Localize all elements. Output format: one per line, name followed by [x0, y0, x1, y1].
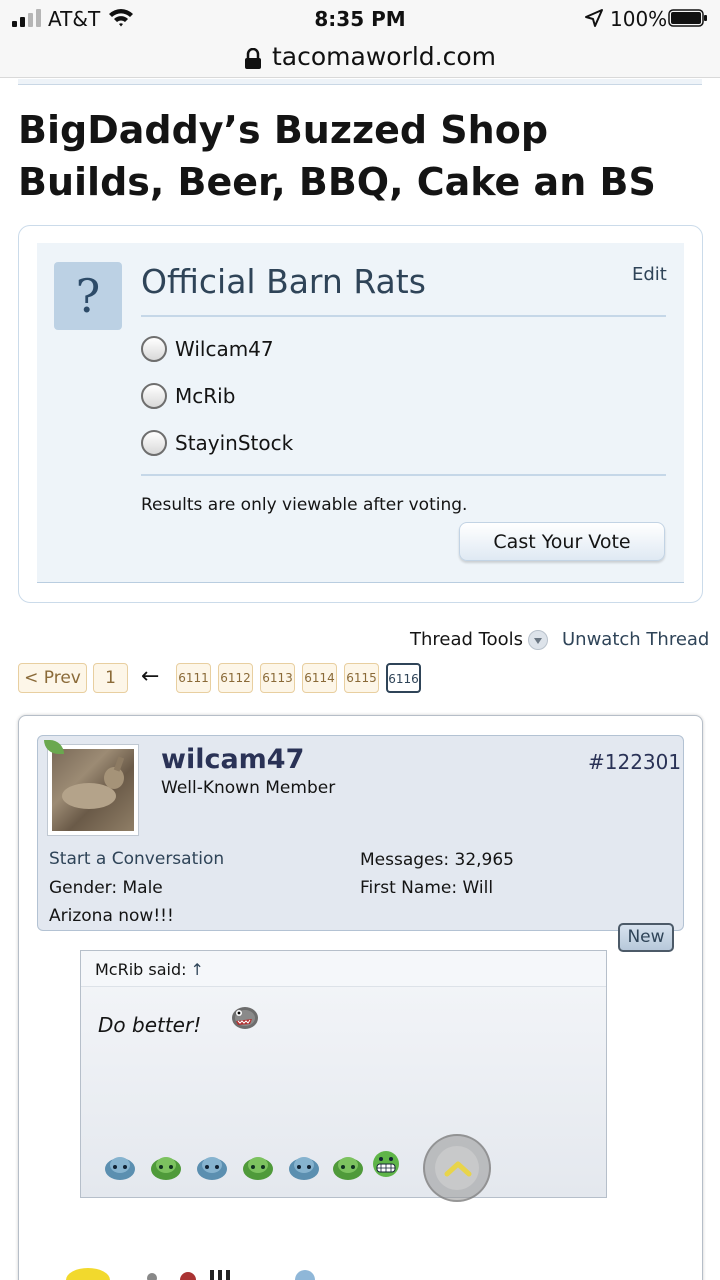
blue-blob-smiley-icon: [289, 1157, 319, 1180]
poll-title: Official Barn Rats: [141, 262, 426, 301]
scroll-to-top-button[interactable]: [423, 1134, 491, 1202]
quote-block: McRib said: ↑ Do better!: [80, 950, 607, 1198]
angry-bat-smiley-icon: [232, 1007, 258, 1029]
grin-smiley-icon: [373, 1151, 399, 1177]
location-info: Arizona now!!!: [49, 906, 174, 926]
avatar[interactable]: [47, 744, 139, 836]
divider: [141, 474, 666, 476]
page-link[interactable]: 6115: [344, 663, 379, 693]
blue-blob-smiley-icon: [197, 1157, 227, 1180]
poll-option-label: McRib: [175, 384, 236, 408]
messages-info: Messages: 32,965: [360, 850, 514, 870]
poll-option-label: Wilcam47: [175, 337, 274, 361]
green-blob-smiley-icon: [243, 1157, 273, 1180]
site-nav-remnant: [18, 79, 702, 85]
poll-results-note: Results are only viewable after voting.: [141, 495, 468, 515]
page-link[interactable]: 6113: [260, 663, 295, 693]
address-bar[interactable]: tacomaworld.com: [0, 40, 720, 78]
thread-tools-menu[interactable]: Thread Tools: [410, 629, 549, 650]
post-username[interactable]: wilcam47: [161, 744, 304, 775]
first-name-value: Will: [462, 878, 494, 898]
location-arrow-icon: [585, 9, 603, 27]
green-blob-smiley-icon: [151, 1157, 181, 1180]
poll-option-label: StayinStock: [175, 431, 294, 455]
battery-icon: [668, 9, 707, 27]
gender-label: Gender:: [49, 878, 118, 898]
question-icon: ?: [54, 262, 122, 330]
poll-edit-link[interactable]: Edit: [632, 264, 667, 285]
first-name-info: First Name: Will: [360, 878, 493, 898]
radio-button[interactable]: [141, 383, 167, 409]
page-link[interactable]: 6111: [176, 663, 211, 693]
blue-blob-smiley-icon: [105, 1157, 135, 1180]
chevron-down-icon: [528, 629, 549, 650]
poll-option-mcrib[interactable]: McRib: [141, 381, 235, 411]
first-name-label: First Name:: [360, 878, 458, 898]
status-bar: AT&T 8:35 PM 100%: [0, 0, 720, 40]
messages-value: 32,965: [454, 850, 514, 870]
url-text[interactable]: tacomaworld.com: [272, 42, 496, 71]
unwatch-thread-link[interactable]: Unwatch Thread: [562, 629, 709, 650]
quote-text: Do better!: [98, 1013, 202, 1037]
chevron-up-icon: [444, 1161, 472, 1177]
quote-author: McRib said: ↑: [95, 960, 204, 979]
poll-option-stayinstock[interactable]: StayinStock: [141, 428, 293, 458]
go-to-quote-icon[interactable]: ↑: [191, 960, 204, 979]
radio-button[interactable]: [141, 336, 167, 362]
new-post-badge: New: [618, 923, 674, 952]
post-number-link[interactable]: #122301: [588, 750, 681, 774]
partial-smiley-row: [66, 1268, 315, 1280]
battery-percent: 100%: [610, 7, 668, 31]
gender-info: Gender: Male: [49, 878, 163, 898]
quote-author-label: McRib said:: [95, 960, 187, 979]
green-blob-smiley-icon: [333, 1157, 363, 1180]
radio-button[interactable]: [141, 430, 167, 456]
start-conversation-link[interactable]: Start a Conversation: [49, 849, 224, 869]
poll-option-wilcam47[interactable]: Wilcam47: [141, 334, 274, 364]
thread-title: BigDaddy’s Buzzed Shop Builds, Beer, BBQ…: [18, 108, 656, 204]
cast-vote-button[interactable]: Cast Your Vote: [459, 522, 665, 561]
gender-value: Male: [122, 878, 163, 898]
messages-label: Messages:: [360, 850, 450, 870]
prev-page-button[interactable]: < Prev: [18, 663, 87, 693]
thread-tools-label: Thread Tools: [410, 629, 524, 650]
page-skip-arrow: ←: [141, 664, 160, 689]
lock-icon: [245, 48, 261, 69]
page-link[interactable]: 6114: [302, 663, 337, 693]
quote-header: McRib said: ↑: [81, 951, 606, 987]
emoji-row: [103, 1149, 403, 1183]
page-link[interactable]: 6112: [218, 663, 253, 693]
divider: [141, 315, 666, 317]
page-link-current[interactable]: 6116: [386, 663, 421, 693]
page-link-first[interactable]: 1: [93, 663, 128, 693]
user-title: Well-Known Member: [161, 778, 336, 798]
avatar-image: [52, 749, 134, 831]
